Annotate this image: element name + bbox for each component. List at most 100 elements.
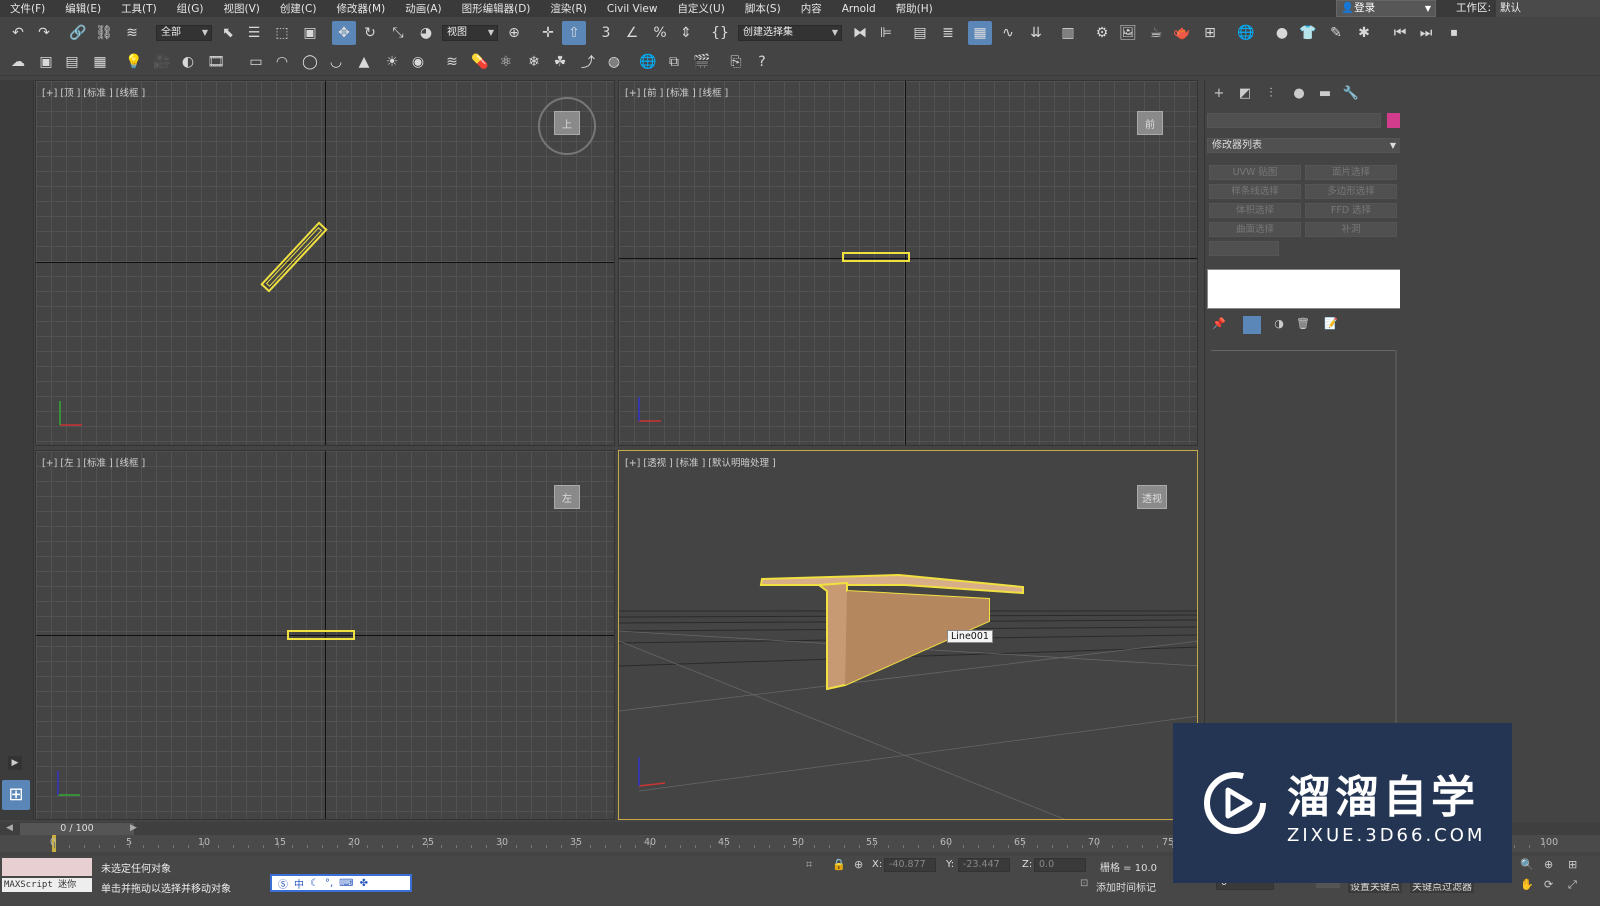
sky-icon[interactable]: ◉ xyxy=(406,50,430,74)
z-coord-field[interactable]: 0.0 xyxy=(1034,858,1086,872)
cluster-icon[interactable]: ✱ xyxy=(1352,21,1376,45)
ffd-select-button[interactable]: FFD 选择 xyxy=(1305,203,1397,218)
sun-icon[interactable]: ☀ xyxy=(380,50,404,74)
time-tag-icon[interactable]: ⊡ xyxy=(1080,878,1088,889)
panel-icon[interactable]: ▤ xyxy=(60,50,84,74)
render-iterative-icon[interactable]: ⊞ xyxy=(1198,21,1222,45)
select-object-icon[interactable]: ⬉ xyxy=(216,21,240,45)
prev-icon[interactable]: ⏮ xyxy=(1388,21,1412,45)
modify-tab-icon[interactable]: ◩ xyxy=(1235,86,1255,104)
object-color-swatch[interactable] xyxy=(1387,113,1400,128)
box-icon[interactable]: ▭ xyxy=(244,50,268,74)
edit-named-selection-icon[interactable]: {} xyxy=(708,21,732,45)
end-icon[interactable]: ⏹ xyxy=(1442,21,1466,45)
utilities-tab-icon[interactable]: 🔧 xyxy=(1341,86,1361,104)
help-icon[interactable]: ? xyxy=(750,50,774,74)
film-icon[interactable]: 🎞 xyxy=(204,50,228,74)
layer-explorer-icon[interactable]: ▤ xyxy=(908,21,932,45)
ime-mode[interactable]: 中 xyxy=(294,876,304,891)
bind-space-warp-icon[interactable]: ≋ xyxy=(120,21,144,45)
render-production-icon[interactable]: 🫖 xyxy=(1170,21,1194,45)
maxscript-listener[interactable] xyxy=(2,858,92,876)
place-icon[interactable]: ◕ xyxy=(414,21,438,45)
make-unique-icon[interactable]: ◑ xyxy=(1269,317,1289,335)
menu-content[interactable]: 内容 xyxy=(791,1,832,16)
time-slider[interactable]: 0 / 100 xyxy=(20,823,134,835)
redo-icon[interactable]: ↷ xyxy=(32,21,56,45)
rect-selection-icon[interactable]: ⬚ xyxy=(270,21,294,45)
menu-file[interactable]: 文件(F) xyxy=(0,1,55,16)
chevron-left-icon[interactable]: ◀ xyxy=(6,823,20,835)
modifier-stack[interactable] xyxy=(1207,269,1401,309)
light-bulb-icon[interactable]: 💡 xyxy=(122,50,146,74)
curve-editor-icon[interactable]: ∿ xyxy=(996,21,1020,45)
select-manipulate-icon[interactable]: ✛ xyxy=(536,21,560,45)
menu-create[interactable]: 创建(C) xyxy=(270,1,327,16)
select-rotate-icon[interactable]: ↻ xyxy=(358,21,382,45)
material-editor-icon[interactable]: ⚙ xyxy=(1090,21,1114,45)
menu-graph-editors[interactable]: 图形编辑器(D) xyxy=(452,1,541,16)
cap-holes-button[interactable]: 补洞 xyxy=(1305,222,1397,237)
hf-icon[interactable]: ⤴ xyxy=(576,50,600,74)
grid-panel-icon[interactable]: ▦ xyxy=(88,50,112,74)
link-icon[interactable]: 🔗 xyxy=(66,21,90,45)
selection-filter-dropdown[interactable]: 全部 ▼ xyxy=(156,25,212,41)
menu-arnold[interactable]: Arnold xyxy=(832,3,886,15)
shirt-icon[interactable]: 👕 xyxy=(1296,21,1320,45)
uvw-map-button[interactable]: UVW 贴图 xyxy=(1209,165,1301,180)
dope-sheet-icon[interactable]: ⇊ xyxy=(1024,21,1048,45)
scene-explorer-icon[interactable]: ☁ xyxy=(6,50,30,74)
spline-select-button[interactable]: 样条线选择 xyxy=(1209,184,1301,199)
object-name-field[interactable] xyxy=(1207,113,1381,128)
plant-icon[interactable]: ☘ xyxy=(548,50,572,74)
toggle-layer-icon[interactable]: ≣ xyxy=(936,21,960,45)
poly-select-button[interactable]: 多边形选择 xyxy=(1305,184,1397,199)
isolate-icon[interactable]: ⌗ xyxy=(806,858,812,872)
surface-select-button[interactable]: 曲面选择 xyxy=(1209,222,1301,237)
maxscript-mini-input[interactable]: MAXScript 迷你 xyxy=(2,878,92,892)
ocean-icon[interactable]: ◍ xyxy=(602,50,626,74)
expand-arrow-icon[interactable]: ▶ xyxy=(8,756,22,770)
tool-icon[interactable]: ✎ xyxy=(1324,21,1348,45)
menu-civil-view[interactable]: Civil View xyxy=(597,3,668,15)
menu-rendering[interactable]: 渲染(R) xyxy=(540,1,597,16)
viewport-layout-icon[interactable]: ▣ xyxy=(34,50,58,74)
ribbon-toggle-icon[interactable]: ▦ xyxy=(968,21,992,45)
rendered-frame-icon[interactable]: ☕ xyxy=(1144,21,1168,45)
maximize-viewport-icon[interactable]: ⤢ xyxy=(1568,878,1577,892)
workspace-select[interactable]: 默认 xyxy=(1496,0,1600,17)
unlink-icon[interactable]: ⛓ xyxy=(92,21,116,45)
globe-icon[interactable]: 🌐 xyxy=(636,50,660,74)
snaps-toggle-icon[interactable]: 3 xyxy=(594,21,618,45)
render-setup-icon[interactable]: 🖼 xyxy=(1116,21,1140,45)
motion-tab-icon[interactable]: ● xyxy=(1289,86,1309,104)
empty-modifier-button[interactable] xyxy=(1209,241,1279,256)
create-tab-icon[interactable]: + xyxy=(1209,86,1229,104)
configure-sets-icon[interactable]: 📝 xyxy=(1321,317,1341,335)
menu-tools[interactable]: 工具(T) xyxy=(111,1,167,16)
add-time-tag[interactable]: 添加时间标记 xyxy=(1096,879,1156,894)
login-dropdown[interactable]: 👤登录 ▼ xyxy=(1336,0,1436,17)
chevron-right-icon[interactable]: ▶ xyxy=(130,823,144,835)
export-icon[interactable]: ⎘ xyxy=(724,50,748,74)
fractal-icon[interactable]: ⚛ xyxy=(494,50,518,74)
circle-icon[interactable]: ◯ xyxy=(298,50,322,74)
next-icon[interactable]: ⏭ xyxy=(1414,21,1438,45)
zoom-all-icon[interactable]: ⊕ xyxy=(1544,858,1553,871)
ime-toolbar[interactable]: Ⓢ 中 ☾ °, ⌨ ✤ xyxy=(270,874,412,892)
menu-group[interactable]: 组(G) xyxy=(167,1,214,16)
menu-scripting[interactable]: 脚本(S) xyxy=(735,1,791,16)
render-icon[interactable]: 🎬 xyxy=(690,50,714,74)
menu-edit[interactable]: 编辑(E) xyxy=(55,1,111,16)
angle-snap-icon[interactable]: ∠ xyxy=(620,21,644,45)
select-scale-icon[interactable]: ⤡ xyxy=(386,21,410,45)
viewport-perspective[interactable]: [+] [透视 ] [标准 ] [默认明暗处理 ] 透视 Line001 xyxy=(618,450,1198,820)
pivot-center-icon[interactable]: ⊕ xyxy=(502,21,526,45)
show-end-result-icon[interactable] xyxy=(1243,316,1261,334)
percent-snap-icon[interactable]: % xyxy=(648,21,672,45)
cone-icon[interactable]: ▲ xyxy=(352,50,376,74)
zoom-icon[interactable]: 🔍 xyxy=(1520,858,1534,871)
schematic-view-icon[interactable]: ▥ xyxy=(1056,21,1080,45)
hierarchy-tab-icon[interactable]: ⫶ xyxy=(1261,86,1281,104)
viewport-left[interactable]: [+] [左 ] [标准 ] [线框 ] 左 xyxy=(35,450,615,820)
